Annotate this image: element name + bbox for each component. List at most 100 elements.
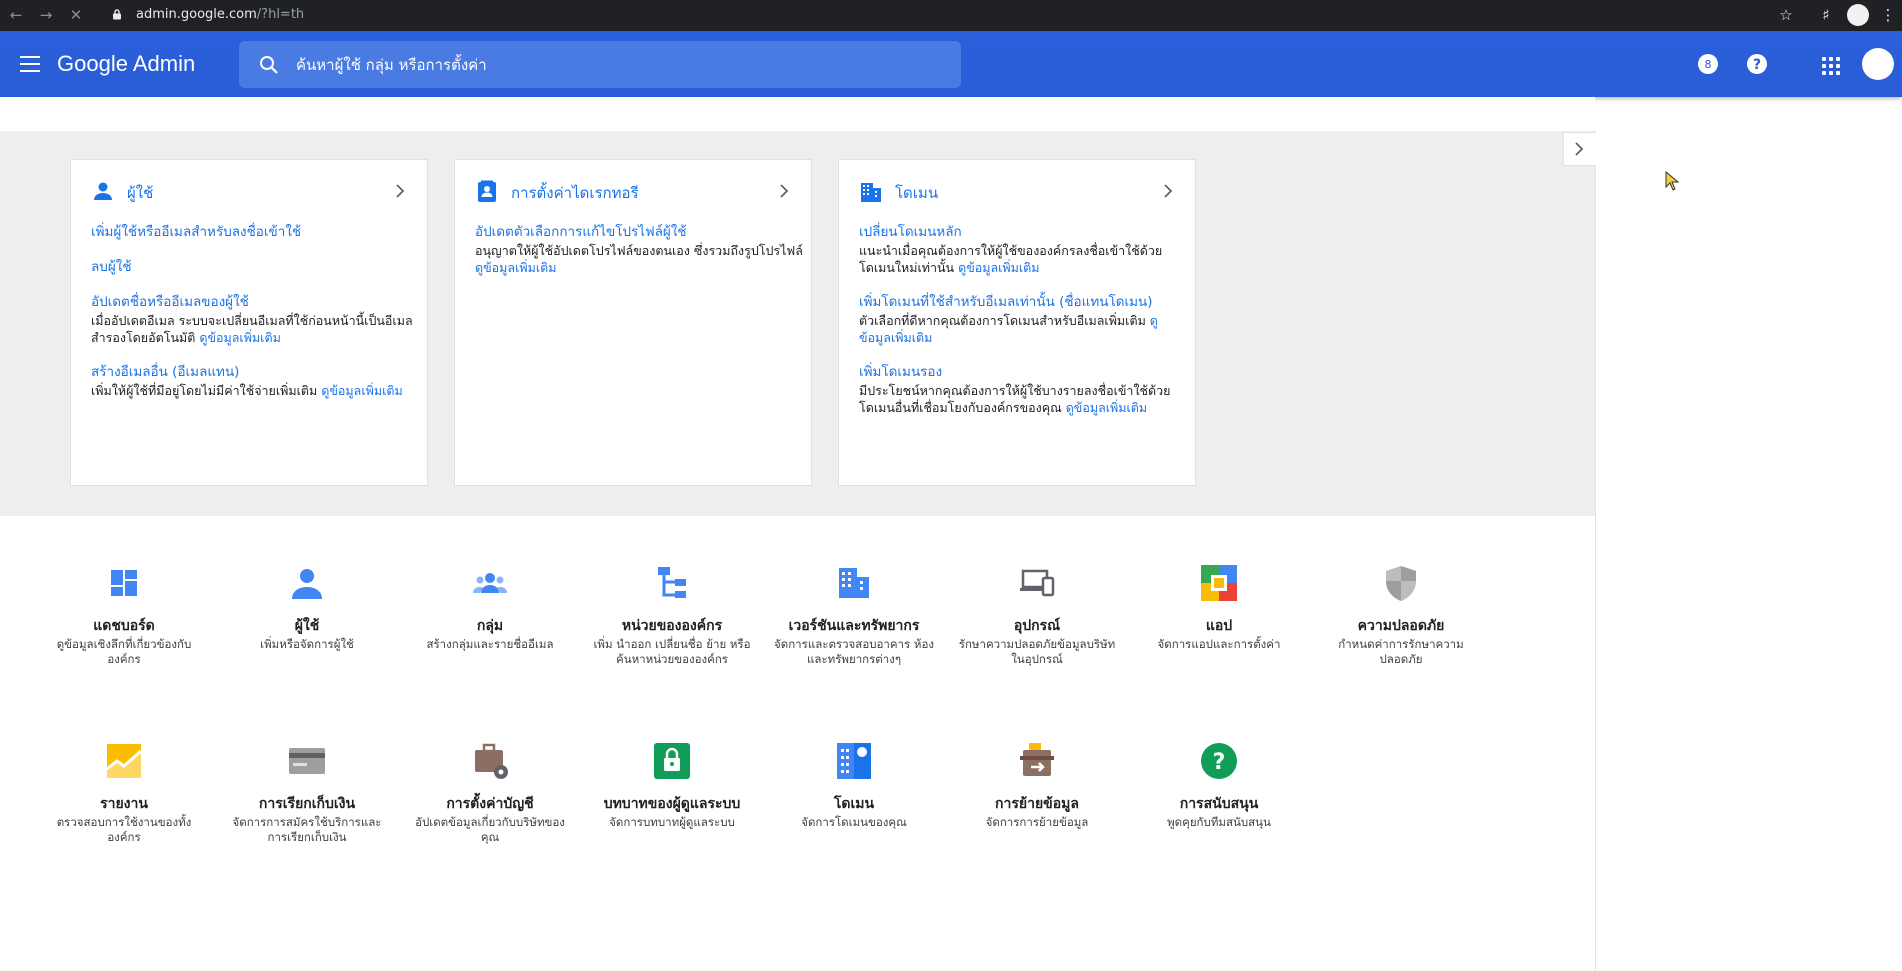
tile-description: จัดการโดเมนของคุณ [801,815,907,829]
browser-menu-icon[interactable]: ⋮ [1878,5,1898,25]
side-panel-toggle[interactable] [1563,132,1596,166]
learn-more-link[interactable]: ดูข้อมูลเพิ่มเติม [1066,400,1147,415]
account-settings-icon [475,743,508,779]
learn-more-link[interactable]: ดูข้อมูลเพิ่มเติม [199,330,280,345]
tile-billing[interactable]: การเรียกเก็บเงิน จัดการการสมัครใช้บริการ… [227,741,387,845]
notifications-badge-icon[interactable]: 8 [1697,53,1719,75]
card-directory-settings: การตั้งค่าไดเรกทอรี อัปเดตตัวเลือกการแก้… [454,159,812,486]
card-description: เพิ่มให้ผู้ใช้ที่มีอยู่โดยไม่มีค่าใช้จ่า… [91,383,318,398]
tile-description: จัดการการย้ายข้อมูล [985,815,1089,829]
tile-apps[interactable]: แอป จัดการแอปและการตั้งค่า [1139,563,1299,652]
admin-header: Google Admin ค้นหาผู้ใช้ กลุ่ม หรือการตั… [0,31,1902,97]
notification-count: 8 [1705,58,1712,71]
tile-description: จัดการแอปและการตั้งค่า [1157,637,1281,651]
billing-icon [289,748,325,774]
chevron-right-icon [1575,142,1584,156]
url-path: /?hl=th [256,7,305,22]
google-apps-icon[interactable] [1822,57,1840,75]
tile-title: แดชบอร์ด [93,618,155,634]
card-description: ตัวเลือกที่ดีหากคุณต้องการโดเมนสำหรับอีเ… [859,313,1146,328]
tile-support[interactable]: ? การสนับสนุน พูดคุยกับทีมสนับสนุน [1139,741,1299,830]
card-link[interactable]: อัปเดตตัวเลือกการแก้ไขโปรไฟล์ผู้ใช้ [475,224,805,241]
main-menu-icon[interactable] [20,56,40,72]
tile-description: รักษาความปลอดภัยข้อมูลบริษัทในอุปกรณ์ [958,637,1116,666]
tile-title: การเรียกเก็บเงิน [258,796,356,812]
tile-org-units[interactable]: หน่วยขององค์กร เพิ่ม นำออก เปลี่ยนชื่อ ย… [592,563,752,667]
tile-security[interactable]: ความปลอดภัย กำหนดค่าการรักษาความปลอดภัย [1321,563,1481,667]
card-title[interactable]: การตั้งค่าไดเรกทอรี [511,182,639,204]
card-link[interactable]: เพิ่มโดเมนที่ใช้สำหรับอีเมลเท่านั้น (ชื่… [859,294,1189,311]
tile-title: รายงาน [100,796,148,812]
tile-title: อุปกรณ์ [1013,618,1061,634]
svg-text:?: ? [1753,57,1761,73]
tile-description: พูดคุยกับทีมสนับสนุน [1167,815,1271,829]
tile-description: สร้างกลุ่มและรายชื่ออีเมล [426,637,554,651]
domains-icon [837,743,871,779]
tile-devices[interactable]: อุปกรณ์ รักษาความปลอดภัยข้อมูลบริษัทในอุ… [957,563,1117,667]
tile-title: การตั้งค่าบัญชี [446,796,534,812]
building-icon [861,183,881,202]
card-title[interactable]: โดเมน [895,182,938,204]
contact-card-icon [478,180,496,202]
tile-title: หน่วยขององค์กร [621,618,723,634]
card-title[interactable]: ผู้ใช้ [127,182,153,204]
card-link[interactable]: ลบผู้ใช้ [91,259,421,276]
google-admin-logo[interactable]: Google Admin [57,49,195,79]
tile-description: เพิ่ม นำออก เปลี่ยนชื่อ ย้าย หรือค้นหาหน… [593,637,751,666]
stop-loading-icon[interactable]: ✕ [66,5,86,25]
chevron-right-icon[interactable] [1163,184,1173,198]
url-host: admin.google.com [136,7,257,22]
mouse-cursor-icon [1665,171,1679,191]
search-input[interactable]: ค้นหาผู้ใช้ กลุ่ม หรือการตั้งค่า [296,55,487,75]
tile-groups[interactable]: กลุ่ม สร้างกลุ่มและรายชื่ออีเมล [410,563,570,652]
card-description: อนุญาตให้ผู้ใช้อัปเดตโปรไฟล์ของตนเอง ซึ่… [475,243,803,258]
buildings-icon [839,568,869,598]
tile-data-migration[interactable]: การย้ายข้อมูล จัดการการย้ายข้อมูล [957,741,1117,830]
admin-roles-icon [654,743,690,779]
reports-icon [106,744,142,778]
tile-description: กำหนดค่าการรักษาความปลอดภัย [1338,637,1464,666]
chevron-right-icon[interactable] [395,184,405,198]
card-link[interactable]: เพิ่มโดเมนรอง [859,364,1189,381]
org-units-icon [658,567,686,598]
tile-users[interactable]: ผู้ใช้ เพิ่มหรือจัดการผู้ใช้ [227,563,387,652]
chevron-right-icon[interactable] [779,184,789,198]
extensions-icon[interactable]: ♯ [1816,5,1836,25]
search-bar[interactable]: ค้นหาผู้ใช้ กลุ่ม หรือการตั้งค่า [239,41,961,88]
learn-more-link[interactable]: ดูข้อมูลเพิ่มเติม [475,260,556,275]
address-bar[interactable]: admin.google.com/?hl=th [104,3,1784,27]
tile-domains[interactable]: โดเมน จัดการโดเมนของคุณ [774,741,934,830]
dashboard-icon [111,570,137,596]
forward-icon[interactable]: → [36,5,56,25]
tile-title: กลุ่ม [476,618,504,634]
card-link[interactable]: เปลี่ยนโดเมนหลัก [859,224,1189,241]
account-avatar[interactable] [1862,48,1894,80]
card-link[interactable]: อัปเดตชื่อหรืออีเมลของผู้ใช้ [91,294,421,311]
card-link[interactable]: เพิ่มผู้ใช้หรืออีเมลสำหรับลงชื่อเข้าใช้ [91,224,421,241]
data-migration-icon [1020,743,1054,776]
tile-buildings-resources[interactable]: เวอร์ชันและทรัพยากร จัดการและตรวจสอบอาคา… [774,563,934,667]
tile-reports[interactable]: รายงาน ตรวจสอบการใช้งานของทั้งองค์กร [44,741,204,845]
search-icon [260,56,278,74]
tile-title: การย้ายข้อมูล [995,796,1079,812]
back-icon[interactable]: ← [6,5,26,25]
tile-title: การสนับสนุน [1179,796,1259,812]
tile-account-settings[interactable]: การตั้งค่าบัญชี อัปเดตข้อมูลเกี่ยวกับบริ… [410,741,570,845]
bookmark-star-icon[interactable]: ☆ [1776,5,1796,25]
tile-description: จัดการและตรวจสอบอาคาร ห้อง และทรัพยากรต่… [774,637,934,666]
card-link[interactable]: สร้างอีเมลอื่น (อีเมลแทน) [91,364,421,381]
tile-title: ความปลอดภัย [1357,618,1445,634]
help-icon[interactable]: ? [1746,53,1768,75]
user-icon [94,182,112,200]
browser-profile-avatar[interactable] [1847,4,1869,26]
tile-description: อัปเดตข้อมูลเกี่ยวกับบริษัทของคุณ [415,815,565,844]
learn-more-link[interactable]: ดูข้อมูลเพิ่มเติม [321,383,402,398]
tile-description: จัดการการสมัครใช้บริการและการเรียกเก็บเง… [232,815,382,844]
learn-more-link[interactable]: ดูข้อมูลเพิ่มเติม [958,260,1039,275]
side-panel [1595,131,1902,971]
tile-title: โดเมน [833,796,875,812]
tile-admin-roles[interactable]: บทบาทของผู้ดูแลระบบ จัดการบทบาทผู้ดูแลระ… [592,741,752,830]
tile-dashboard[interactable]: แดชบอร์ด ดูข้อมูลเชิงลึกที่เกี่ยวข้องกับ… [44,563,204,667]
browser-toolbar: ← → ✕ admin.google.com/?hl=th ☆ ♯ ⋮ [0,0,1902,31]
tile-title: ผู้ใช้ [294,618,320,634]
